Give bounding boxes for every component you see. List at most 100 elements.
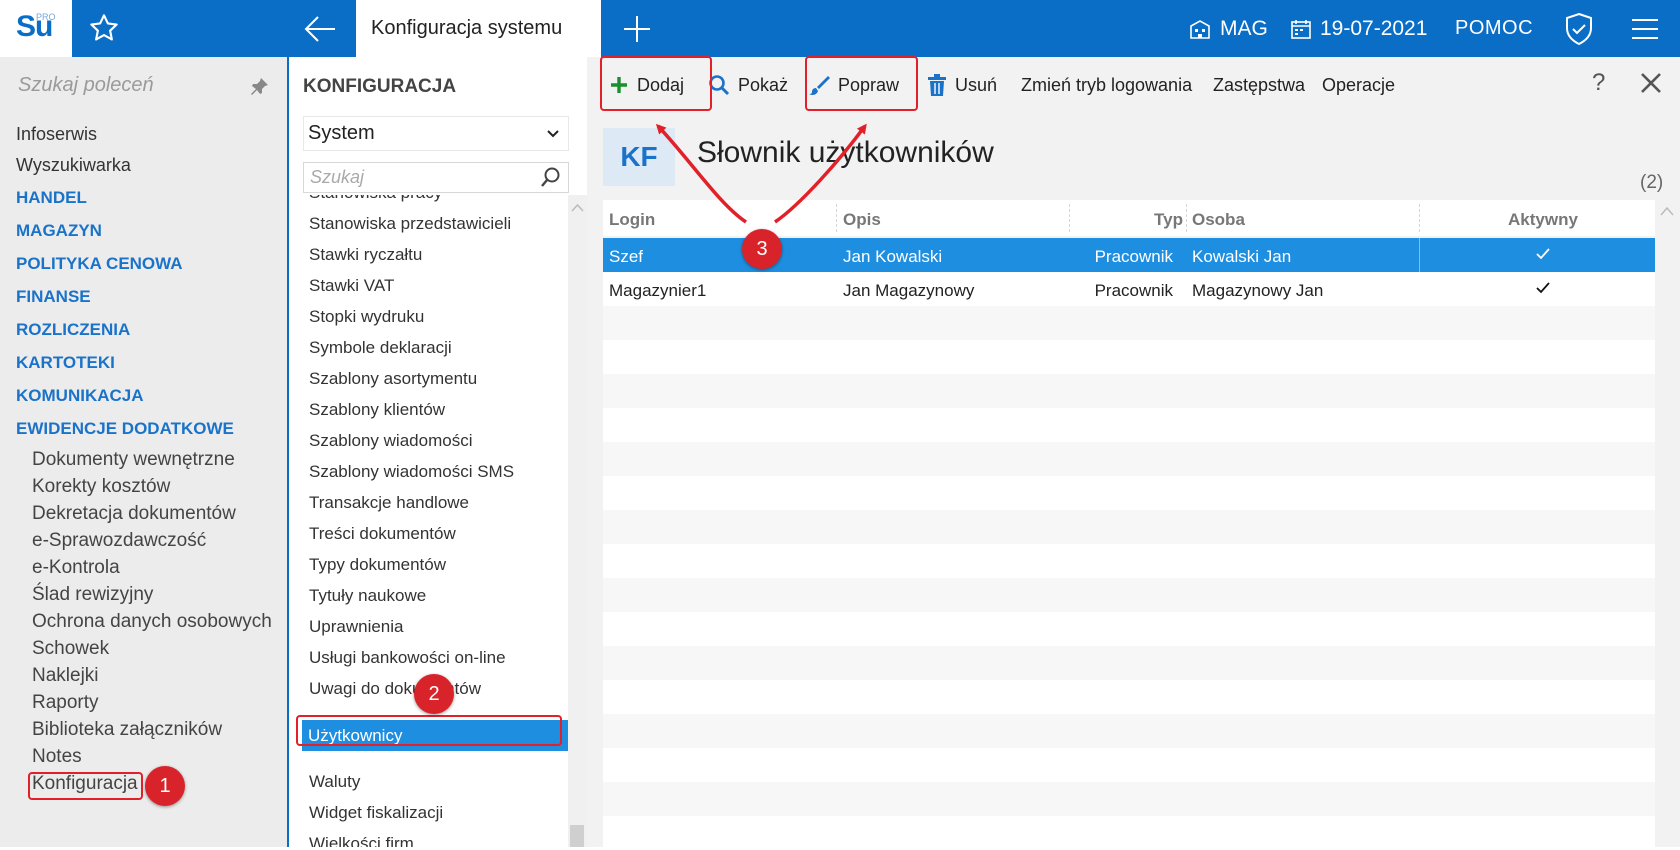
nav-sub-e-kontrola[interactable]: e-Kontrola [32,557,120,579]
list-item[interactable]: Tytuły naukowe [309,586,426,606]
nav-sub-ochrona-danych[interactable]: Ochrona danych osobowych [32,611,272,633]
step-badge-2: 2 [414,674,454,714]
highlight-add-button [600,56,712,111]
list-item[interactable]: Widget fiskalizacji [309,803,443,823]
shield-icon[interactable] [1563,12,1595,46]
empty-row [603,612,1655,646]
hamburger-menu-icon[interactable] [1630,17,1660,41]
show-button-label: Pokaż [738,74,789,95]
change-login-mode-button[interactable]: Zmień tryb logowania [1021,57,1192,113]
nav-sub-dokumenty-wewnetrzne[interactable]: Dokumenty wewnętrzne [32,449,235,471]
list-item[interactable]: Treści dokumentów [309,524,456,544]
help-question-button[interactable]: ? [1592,69,1605,97]
nav-section-komunikacja[interactable]: KOMUNIKACJA [16,386,144,406]
show-button[interactable]: Pokaż [708,57,788,113]
logo-pro: PRO [36,12,56,22]
list-item[interactable]: Uwagi do dokumentów [309,679,481,699]
column-separator[interactable] [1186,204,1187,232]
scroll-up-icon[interactable] [1660,205,1674,217]
nav-sub-schowek[interactable]: Schowek [32,638,109,660]
nav-section-ewidencje-dodatkowe[interactable]: EWIDENCJE DODATKOWE [16,419,234,439]
empty-row [603,714,1655,748]
scroll-up-icon[interactable] [571,203,584,212]
list-item[interactable]: Szablony wiadomości [309,431,472,451]
substitutions-button[interactable]: Zastępstwa [1213,57,1305,113]
cell-login: Magazynier1 [609,281,707,300]
list-item[interactable]: Uprawnienia [309,617,404,637]
empty-row [603,578,1655,612]
nav-section-rozliczenia[interactable]: ROZLICZENIA [16,320,130,340]
list-item[interactable]: Stopki wydruku [309,307,424,327]
column-header-typ[interactable]: Typ [1083,200,1183,236]
column-separator[interactable] [836,204,837,232]
column-header-aktywny[interactable]: Aktywny [1493,200,1593,236]
scroll-thumb[interactable] [570,825,584,847]
record-count: (2) [1640,172,1664,193]
date-selector[interactable]: 19-07-2021 [1290,0,1427,57]
checkmark-icon [1536,248,1550,260]
operations-button[interactable]: Operacje [1322,57,1395,113]
empty-row [603,408,1655,442]
delete-button[interactable]: Usuń [927,57,997,113]
new-tab-plus-icon[interactable] [622,14,652,44]
nav-section-magazyn[interactable]: MAGAZYN [16,221,102,241]
nav-section-polityka-cenowa[interactable]: POLITYKA CENOWA [16,254,183,274]
list-item[interactable]: Szablony klientów [309,400,445,420]
configuration-search-input[interactable]: Szukaj [303,162,569,193]
list-item[interactable]: Szablony asortymentu [309,369,477,389]
command-search-input[interactable]: Szukaj poleceń [18,74,154,97]
list-item[interactable]: Stanowiska pracy [309,195,442,203]
search-icon[interactable] [540,166,562,188]
list-item[interactable]: Stawki ryczałtu [309,245,422,265]
column-header-login[interactable]: Login [609,200,655,236]
table-row[interactable]: Magazynier1 Jan Magazynowy Pracownik Mag… [603,272,1655,306]
nav-sub-raporty[interactable]: Raporty [32,692,99,714]
top-bar: Su PRO Konfiguracja systemu MAG 19-07-20… [0,0,1680,57]
nav-item-infoserwis[interactable]: Infoserwis [16,124,97,145]
empty-row [603,306,1655,340]
change-login-mode-label: Zmień tryb logowania [1021,74,1193,95]
warehouse-selector[interactable]: MAG [1188,0,1268,57]
list-item[interactable]: Stanowiska przedstawicieli [309,214,511,234]
nav-sub-naklejki[interactable]: Naklejki [32,665,99,687]
help-link[interactable]: POMOC [1455,0,1533,57]
list-item[interactable]: Szablony wiadomości SMS [309,462,514,482]
column-header-osoba[interactable]: Osoba [1192,200,1245,236]
nav-section-handel[interactable]: HANDEL [16,188,87,208]
empty-row [603,510,1655,544]
nav-sub-e-sprawozdawczosc[interactable]: e-Sprawozdawczość [32,530,206,552]
category-select[interactable]: System [303,116,569,151]
list-item[interactable]: Symbole deklaracji [309,338,452,358]
page-title: Słownik użytkowników [697,136,994,169]
highlight-uzytkownicy [296,715,562,746]
nav-item-wyszukiwarka[interactable]: Wyszukiwarka [16,155,131,176]
empty-row [603,442,1655,476]
empty-row [603,476,1655,510]
nav-sub-biblioteka-zalacznikow[interactable]: Biblioteka załączników [32,719,222,741]
operations-label: Operacje [1322,74,1396,95]
list-item[interactable]: Transakcje handlowe [309,493,469,513]
column-separator[interactable] [1069,204,1070,232]
configuration-scrollbar[interactable] [568,195,587,847]
app-logo[interactable]: Su PRO [0,0,72,57]
list-item[interactable]: Typy dokumentów [309,555,446,575]
pin-icon[interactable] [250,76,270,96]
column-separator[interactable] [1419,204,1420,232]
column-header-opis[interactable]: Opis [843,200,881,236]
tab-konfiguracja-systemu[interactable]: Konfiguracja systemu [356,0,601,57]
star-icon[interactable] [88,12,120,44]
nav-section-finanse[interactable]: FINANSE [16,287,91,307]
cell-opis: Jan Magazynowy [843,281,975,300]
list-item[interactable]: Wielkości firm [309,834,414,847]
list-item[interactable]: Stawki VAT [309,276,394,296]
list-item[interactable]: Waluty [309,772,360,792]
close-icon[interactable] [1640,72,1662,94]
nav-sub-dekretacja-dokumentow[interactable]: Dekretacja dokumentów [32,503,236,525]
nav-sub-notes[interactable]: Notes [32,746,82,768]
nav-section-kartoteki[interactable]: KARTOTEKI [16,353,115,373]
nav-sub-slad-rewizyjny[interactable]: Ślad rewizyjny [32,584,153,606]
list-item[interactable]: Usługi bankowości on-line [309,648,506,668]
nav-sub-korekty-kosztow[interactable]: Korekty kosztów [32,476,170,498]
back-arrow-icon[interactable] [303,14,337,44]
empty-row [603,680,1655,714]
